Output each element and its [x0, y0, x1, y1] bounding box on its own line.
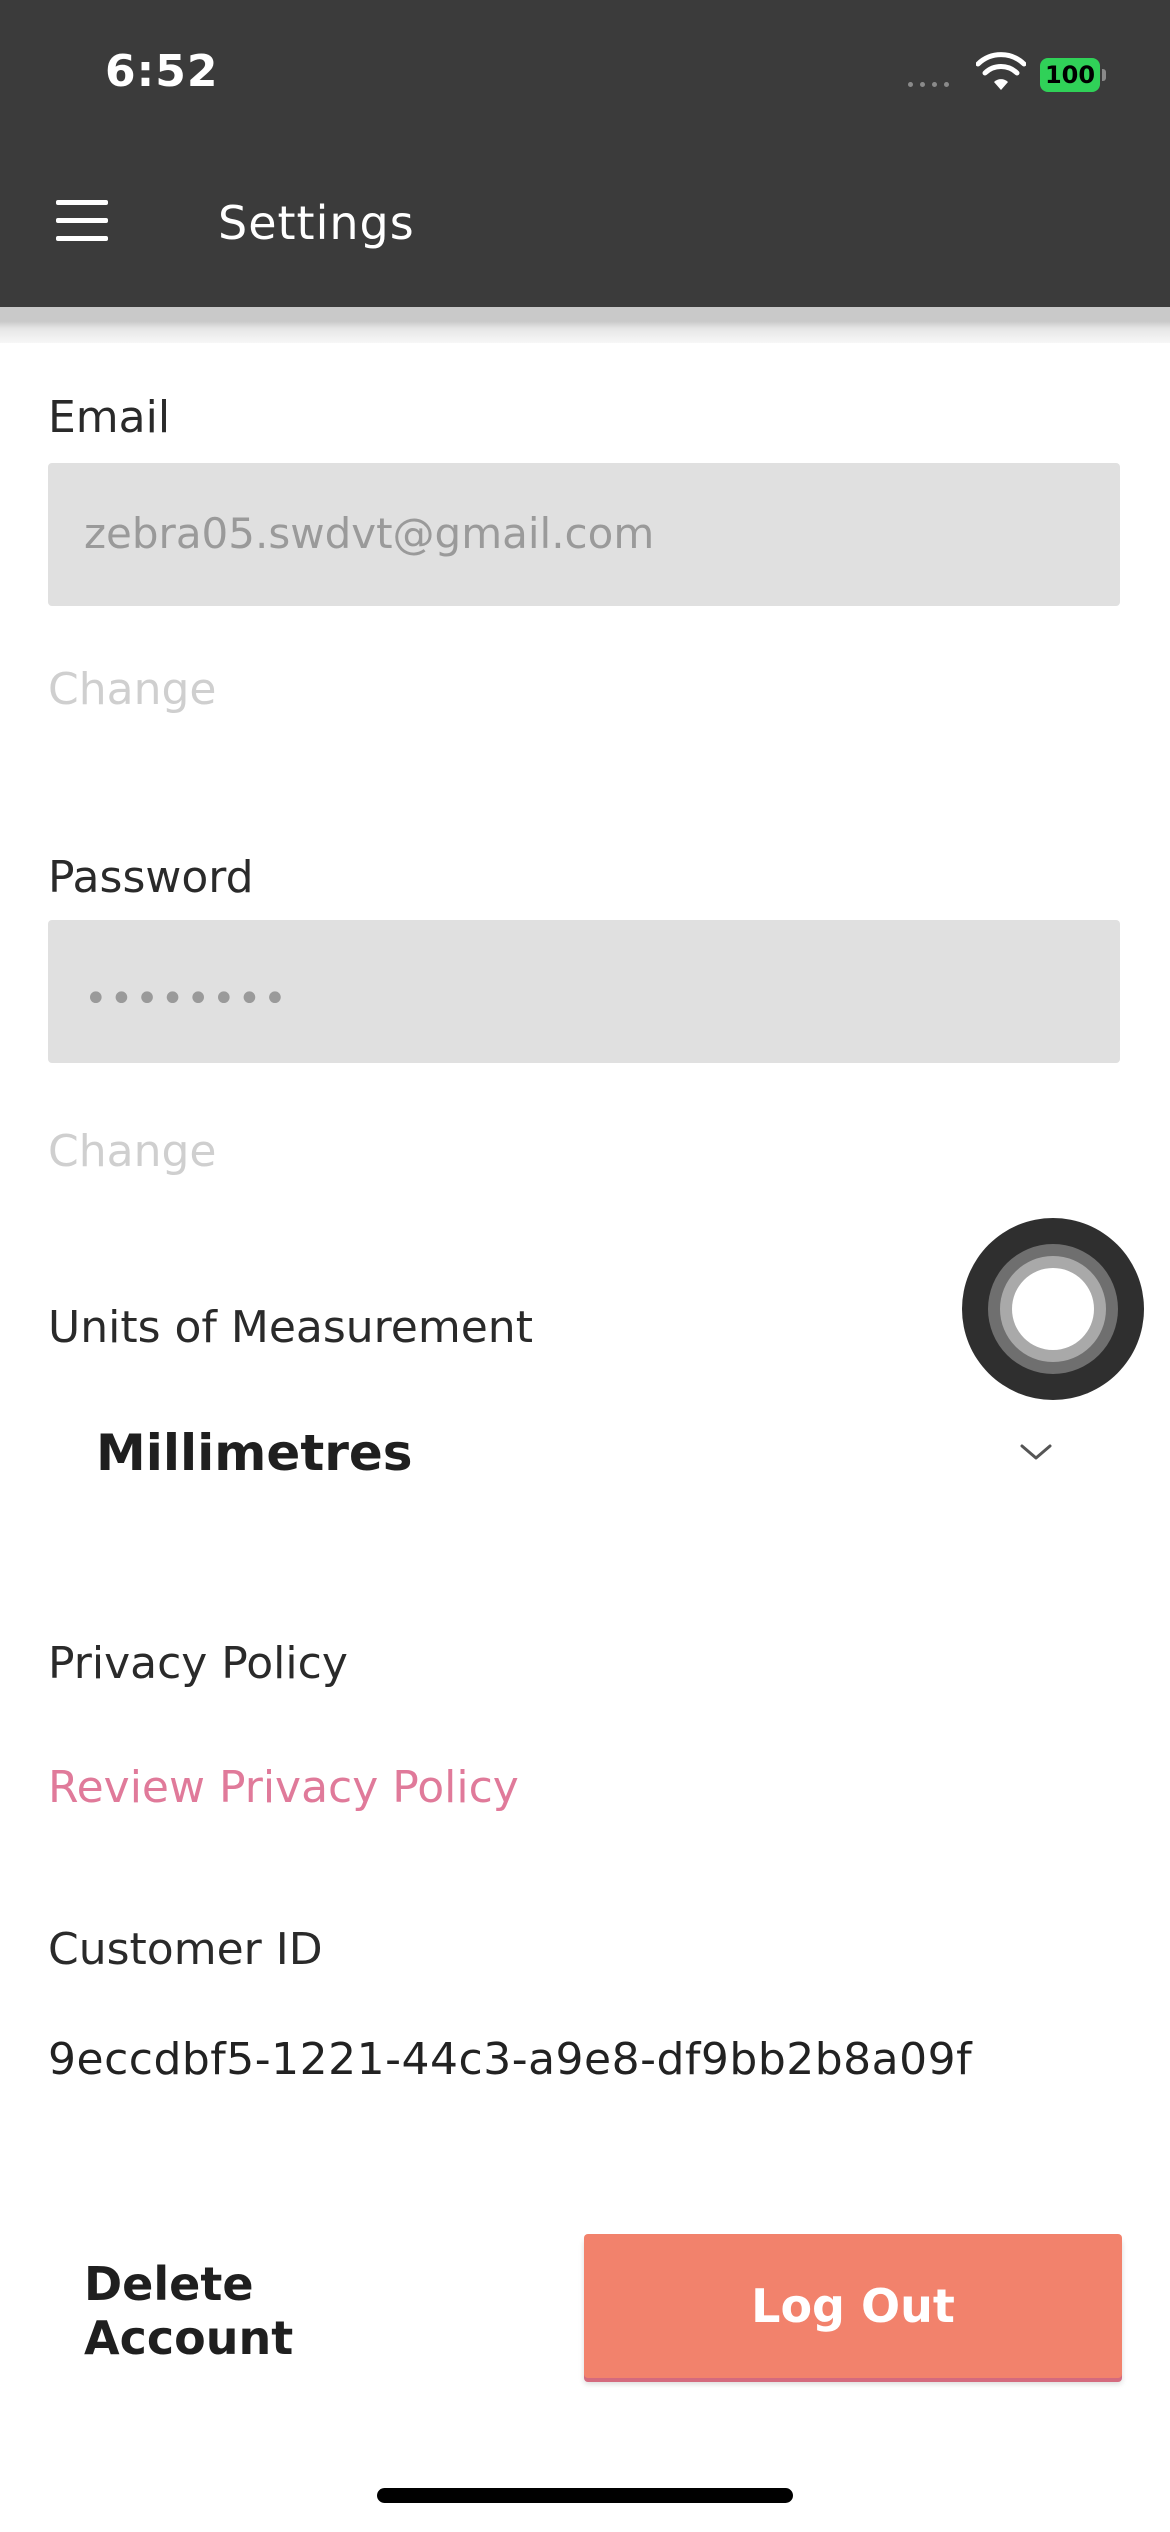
log-out-button[interactable]: Log Out: [584, 2234, 1122, 2378]
password-value: ••••••••: [84, 976, 289, 1022]
hamburger-menu-icon[interactable]: [52, 196, 114, 248]
password-label: Password: [48, 852, 254, 903]
email-value: zebra05.swdvt@gmail.com: [84, 509, 655, 558]
units-select[interactable]: Millimetres: [96, 1424, 413, 1482]
change-email-link[interactable]: Change: [48, 664, 216, 715]
email-label: Email: [48, 392, 171, 443]
battery-level: 100: [1040, 58, 1100, 92]
battery-icon: 100: [1040, 58, 1106, 92]
wifi-icon: [976, 52, 1026, 90]
app-header: 6:52 100 Settings: [0, 0, 1170, 307]
customer-id-value: 9eccdbf5-1221-44c3-a9e8-df9bb2b8a09f: [48, 2034, 973, 2085]
home-indicator: [377, 2488, 793, 2503]
change-password-link[interactable]: Change: [48, 1126, 216, 1177]
status-time: 6:52: [105, 46, 219, 97]
chevron-down-icon[interactable]: [1018, 1440, 1054, 1464]
review-privacy-policy-link[interactable]: Review Privacy Policy: [48, 1762, 519, 1813]
privacy-policy-label: Privacy Policy: [48, 1638, 348, 1689]
email-field[interactable]: zebra05.swdvt@gmail.com: [48, 463, 1120, 606]
page-title: Settings: [218, 196, 415, 250]
header-shadow: [0, 307, 1170, 343]
assistive-touch-button[interactable]: [962, 1218, 1144, 1400]
delete-account-button[interactable]: Delete Account: [60, 2236, 460, 2386]
cellular-signal-icon: [908, 82, 949, 87]
customer-id-label: Customer ID: [48, 1924, 323, 1975]
password-field[interactable]: ••••••••: [48, 920, 1120, 1063]
units-label: Units of Measurement: [48, 1302, 533, 1353]
